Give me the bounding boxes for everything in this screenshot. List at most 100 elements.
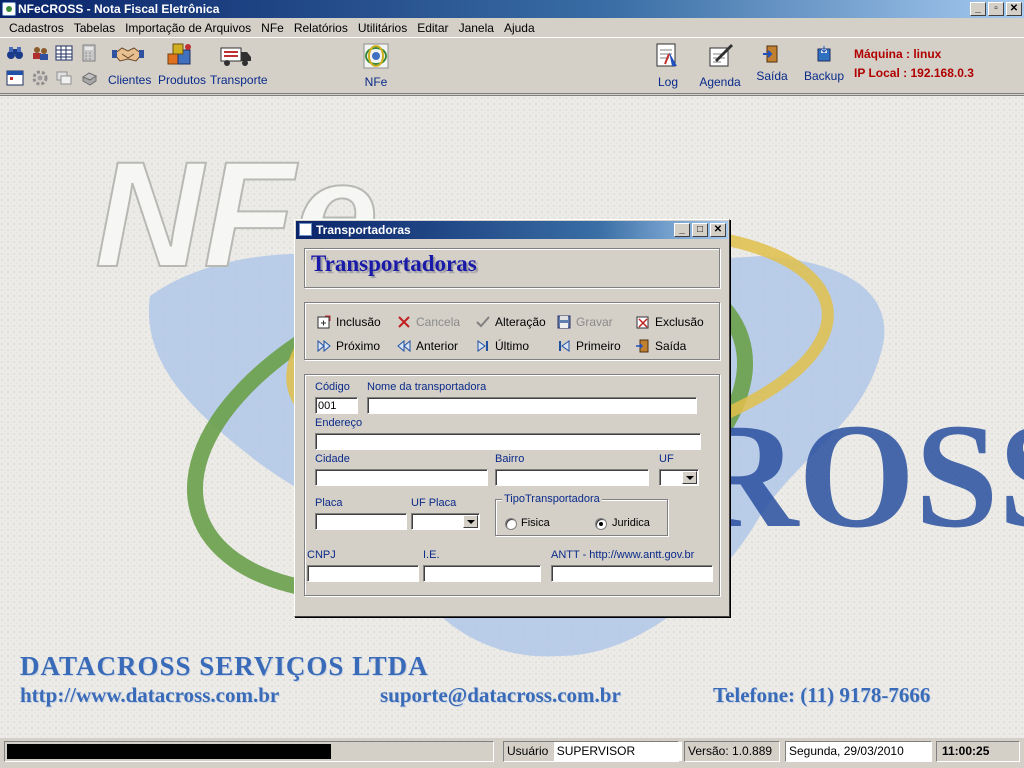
company-phone: Telefone: (11) 9178-7666 — [713, 683, 931, 707]
menu-ajuda[interactable]: Ajuda — [499, 21, 540, 35]
minimize-button[interactable]: _ — [970, 2, 986, 16]
ie-input[interactable] — [423, 565, 541, 582]
previous-double-arrow-icon — [397, 339, 411, 353]
anterior-button[interactable]: Anterior — [396, 338, 458, 354]
dialog-window-controls: _ □ ✕ — [674, 223, 726, 237]
machine-label: Máquina : — [854, 47, 910, 61]
svg-text:ROSS: ROSS — [690, 393, 1024, 559]
tipo-transportadora-label: TipoTransportadora — [502, 493, 602, 505]
produtos-label: Produtos — [158, 73, 207, 87]
progress-bar-fill — [7, 744, 332, 759]
restore-button[interactable]: ▫ — [988, 2, 1004, 16]
log-button[interactable]: Log — [650, 42, 686, 89]
nfe-button[interactable]: NFe — [358, 42, 394, 89]
produtos-button[interactable]: Produtos — [158, 42, 207, 87]
settings-gear-icon[interactable] — [31, 69, 49, 87]
menu-bar: Cadastros Tabelas Importação de Arquivos… — [0, 18, 1024, 38]
menu-janela[interactable]: Janela — [454, 21, 499, 35]
backup-button[interactable]: Backup — [804, 44, 844, 83]
primeiro-button[interactable]: Primeiro — [556, 338, 621, 354]
user-panel: Usuário SUPERVISOR — [503, 741, 682, 762]
dialog-title: Transportadoras — [316, 223, 411, 237]
menu-tabelas[interactable]: Tabelas — [69, 21, 120, 35]
windows-icon[interactable] — [55, 69, 73, 87]
uf-placa-select[interactable] — [411, 513, 480, 530]
menu-utilitarios[interactable]: Utilitários — [353, 21, 412, 35]
data-panel: Segunda, 29/03/2010 — [785, 741, 932, 762]
truck-icon — [220, 47, 251, 66]
first-record-arrow-icon — [559, 340, 570, 352]
uf-placa-dropdown-arrow-icon[interactable] — [463, 515, 478, 528]
company-name: DATACROSS SERVIÇOS LTDA — [20, 651, 429, 681]
usuario-label: Usuário — [507, 744, 549, 758]
binoculars-icon[interactable] — [6, 44, 24, 62]
uf-select[interactable] — [659, 469, 699, 486]
status-bar: Usuário SUPERVISOR Versão: 1.0.889 Segun… — [0, 738, 1024, 768]
juridica-radio[interactable] — [595, 518, 607, 530]
primeiro-label: Primeiro — [576, 339, 621, 353]
antt-input[interactable] — [551, 565, 713, 582]
backup-disk-icon — [817, 46, 831, 62]
nome-transportadora-input[interactable] — [367, 397, 697, 414]
cancel-x-icon — [398, 316, 410, 328]
placa-input[interactable] — [315, 513, 407, 530]
cnpj-input[interactable] — [307, 565, 419, 582]
gravar-button[interactable]: Gravar — [556, 314, 613, 330]
menu-importacao[interactable]: Importação de Arquivos — [120, 21, 256, 35]
ip-label: IP Local : — [854, 66, 908, 80]
company-website: http://www.datacross.com.br — [20, 683, 280, 707]
main-window-titlebar[interactable]: NFeCROSS - Nota Fiscal Eletrônica _ ▫ ✕ — [0, 0, 1024, 18]
codigo-input[interactable]: 001 — [315, 397, 358, 414]
saida-toolbar-label: Saída — [756, 69, 788, 83]
endereco-input[interactable] — [315, 433, 701, 450]
proximo-label: Próximo — [336, 339, 381, 353]
saida-button[interactable]: Saída — [635, 338, 686, 354]
checkmark-icon — [476, 316, 490, 328]
dialog-close-button[interactable]: ✕ — [710, 223, 726, 237]
calculator-icon[interactable] — [80, 44, 98, 62]
saida-toolbar-button[interactable]: Saída — [754, 44, 790, 83]
users-search-icon[interactable] — [31, 44, 49, 62]
table-grid-icon[interactable] — [55, 44, 73, 62]
clientes-button[interactable]: Clientes — [108, 42, 151, 87]
backup-label: Backup — [804, 69, 845, 83]
cancela-button[interactable]: Cancela — [396, 314, 460, 330]
delete-record-icon — [636, 316, 649, 329]
dialog-maximize-button[interactable]: □ — [692, 223, 708, 237]
transporte-label: Transporte — [210, 73, 268, 87]
agenda-pen-icon — [709, 44, 733, 67]
bairro-input[interactable] — [495, 469, 649, 486]
placa-label: Placa — [315, 497, 343, 509]
menu-cadastros[interactable]: Cadastros — [4, 21, 69, 35]
dialog-app-icon — [299, 223, 312, 236]
calendar-icon[interactable] — [6, 69, 24, 87]
menu-editar[interactable]: Editar — [412, 21, 453, 35]
last-record-arrow-icon — [477, 340, 488, 352]
transporte-button[interactable]: Transporte — [210, 42, 268, 87]
cidade-label: Cidade — [315, 453, 350, 465]
printer-icon[interactable] — [80, 69, 98, 87]
fisica-label: Fisica — [521, 517, 550, 529]
inclusao-button[interactable]: Inclusão — [316, 314, 381, 330]
cidade-input[interactable] — [315, 469, 488, 486]
menu-nfe[interactable]: NFe — [256, 21, 289, 35]
endereco-label: Endereço — [315, 417, 363, 429]
dialog-titlebar[interactable]: Transportadoras _ □ ✕ — [296, 221, 728, 239]
menu-relatorios[interactable]: Relatórios — [289, 21, 353, 35]
fisica-radio[interactable] — [505, 518, 517, 530]
uf-dropdown-arrow-icon[interactable] — [682, 471, 697, 484]
alteracao-label: Alteração — [495, 315, 546, 329]
ultimo-button[interactable]: Último — [475, 338, 529, 354]
dialog-heading: Transportadoras — [311, 251, 477, 276]
alteracao-button[interactable]: Alteração — [475, 314, 546, 330]
hora-panel: 11:00:25 — [936, 741, 1020, 762]
agenda-label: Agenda — [699, 75, 741, 89]
dialog-minimize-button[interactable]: _ — [674, 223, 690, 237]
agenda-button[interactable]: Agenda — [698, 42, 742, 89]
close-button[interactable]: ✕ — [1006, 2, 1022, 16]
cnpj-label: CNPJ — [307, 549, 336, 561]
proximo-button[interactable]: Próximo — [316, 338, 380, 354]
exclusao-button[interactable]: Exclusão — [635, 314, 704, 330]
saida-label: Saída — [655, 339, 687, 353]
main-window-title: NFeCROSS - Nota Fiscal Eletrônica — [18, 2, 220, 16]
